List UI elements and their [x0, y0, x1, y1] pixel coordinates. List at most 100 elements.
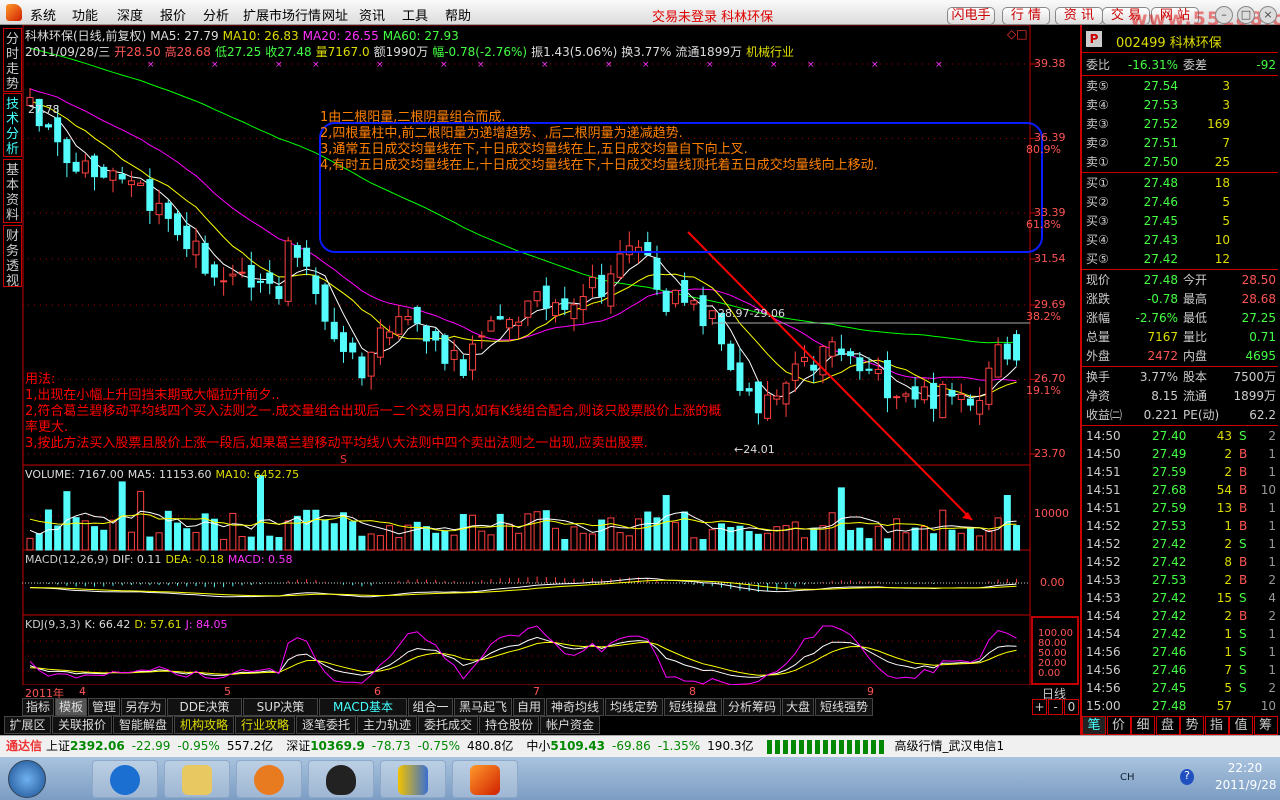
right-tab[interactable]: 势 — [1180, 716, 1204, 735]
cell: 27.46 — [1143, 195, 1178, 209]
bottom-tab[interactable]: 扩展区 — [4, 716, 51, 734]
right-tab[interactable]: 价 — [1106, 716, 1131, 735]
bottom-tab[interactable]: 委托成交 — [418, 716, 478, 734]
cell: 3 — [1222, 79, 1230, 93]
volume-bar — [339, 512, 347, 551]
task-maxthon[interactable] — [92, 760, 158, 798]
usage-line: 1,出现在小幅上升回挡末期或大幅拉升前夕.. — [25, 388, 280, 403]
indicator-tab[interactable]: 组合一 — [408, 698, 453, 716]
volume-bar — [266, 535, 274, 551]
indicator-tab[interactable]: 神奇均线 — [546, 698, 604, 716]
candle — [257, 280, 264, 283]
task-tool[interactable] — [380, 760, 446, 798]
cell: 14:53 — [1086, 573, 1121, 587]
maximize-button[interactable]: □ — [1237, 6, 1255, 24]
indicator-tab[interactable]: 指标 — [22, 698, 54, 716]
indicator-tab[interactable]: 管理 — [88, 698, 120, 716]
zoom-button[interactable]: - — [1048, 699, 1063, 715]
index-zx[interactable]: 中小5109.43 -69.86 -1.35% 190.3亿 — [526, 739, 760, 753]
marker-x: × — [935, 60, 943, 70]
candle — [524, 300, 532, 318]
bottom-tab[interactable]: 关联报价 — [52, 716, 112, 734]
volume-bar — [635, 518, 643, 551]
indicator-tab[interactable]: 另存为 — [121, 698, 166, 716]
volume-bar — [367, 533, 375, 551]
candle — [579, 296, 587, 311]
menu-4[interactable]: 分析 — [203, 5, 229, 24]
volume-bar — [376, 535, 384, 551]
market-bars-icon — [766, 739, 887, 754]
right-tab[interactable]: 值 — [1229, 716, 1253, 735]
zoom-button[interactable]: 0 — [1064, 699, 1079, 715]
menu-2[interactable]: 深度 — [117, 5, 143, 24]
volume-bar — [505, 523, 513, 551]
volume-bar — [478, 530, 486, 551]
indicator-tab[interactable]: 分析筹码 — [723, 698, 781, 716]
minimize-button[interactable]: – — [1215, 6, 1233, 24]
menu-6[interactable]: 网址 — [322, 5, 348, 24]
bottom-tab[interactable]: 帐户资金 — [540, 716, 600, 734]
task-app[interactable] — [236, 760, 302, 798]
index-sh[interactable]: 上证2392.06 -22.99 -0.95% 557.2亿 — [46, 739, 280, 753]
right-tab[interactable]: 盘 — [1155, 716, 1180, 735]
top-button-2[interactable]: 资 讯 — [1055, 7, 1103, 25]
menu-8[interactable]: 工具 — [402, 5, 428, 24]
help-icon[interactable]: ? — [1180, 769, 1194, 785]
left-tab-1[interactable]: 技术分析 — [3, 93, 22, 157]
stock-title: 002499 科林环保 — [1116, 32, 1222, 51]
kline-chart[interactable]: × × × × × × × × × × × × × × × 科林环保(日线,前复权) MA5: 27.79 MA… — [22, 25, 1080, 701]
indicator-tab[interactable]: 均线定势 — [605, 698, 663, 716]
task-qq[interactable] — [308, 760, 374, 798]
bottom-tab[interactable]: 智能解盘 — [113, 716, 173, 734]
index-sz[interactable]: 深证10369.9 -78.73 -0.75% 480.8亿 — [286, 739, 520, 753]
indicator-tab[interactable]: 黑马起飞 — [454, 698, 512, 716]
menu-7[interactable]: 资讯 — [359, 5, 385, 24]
task-explorer[interactable] — [164, 760, 230, 798]
index-field: 深证 — [286, 739, 311, 753]
indicator-tab[interactable]: 模板 — [55, 698, 87, 716]
right-tab[interactable]: 笔 — [1082, 716, 1106, 735]
indicator-tab[interactable]: MACD基本 — [319, 698, 407, 716]
start-button[interactable] — [8, 760, 46, 798]
right-tab[interactable]: 筹 — [1253, 716, 1278, 735]
left-tab-3[interactable]: 财务透视 — [3, 225, 22, 289]
indicator-tab[interactable]: 短线强势 — [815, 698, 873, 716]
indicator-tab[interactable]: SUP决策 — [243, 698, 318, 716]
menu-0[interactable]: 系统 — [30, 5, 56, 24]
volume-bar — [588, 533, 596, 551]
task-tdx[interactable] — [452, 760, 518, 798]
left-tab-0[interactable]: 分时走势 — [3, 28, 22, 92]
indicator-tab[interactable]: 大盘 — [782, 698, 814, 716]
bottom-tab[interactable]: 机构攻略 — [174, 716, 234, 734]
zoom-button[interactable]: + — [1032, 699, 1047, 715]
menu-5[interactable]: 扩展市场行情 — [243, 5, 321, 24]
menu-1[interactable]: 功能 — [72, 5, 98, 24]
range-label: 28.97-29.06 — [718, 307, 785, 320]
clock[interactable]: 22:20 2011/9/28 — [1215, 761, 1277, 792]
bottom-tab[interactable]: 持仓股份 — [479, 716, 539, 734]
right-tab[interactable]: 细 — [1131, 716, 1155, 735]
server-label[interactable]: 高级行情_武汉电信1 — [895, 739, 1005, 753]
cell: 股本 — [1183, 370, 1208, 384]
cell: 14:54 — [1086, 627, 1121, 641]
menu-3[interactable]: 报价 — [160, 5, 186, 24]
bottom-tab[interactable]: 行业攻略 — [235, 716, 295, 734]
cell: 27.51 — [1143, 136, 1178, 150]
candle — [376, 327, 384, 358]
right-tab[interactable]: 指 — [1204, 716, 1229, 735]
bottom-tab[interactable]: 逐笔委托 — [296, 716, 356, 734]
menu-9[interactable]: 帮助 — [445, 5, 471, 24]
indicator-tab[interactable]: 短线操盘 — [664, 698, 722, 716]
indicator-tab[interactable]: DDE决策 — [167, 698, 242, 716]
candle — [100, 166, 108, 178]
tick-row: 14:51 27.68 54 B 10 — [1086, 481, 1278, 500]
top-button-0[interactable]: 闪电手 — [947, 7, 995, 25]
chart-options-icon[interactable]: ◇□ — [1007, 27, 1028, 41]
bottom-tab[interactable]: 主力轨迹 — [357, 716, 417, 734]
header-line2-8: 振1.43(5.06%) — [531, 45, 618, 59]
left-tab-2[interactable]: 基本资料 — [3, 159, 22, 223]
lang-indicator[interactable]: CH — [1120, 772, 1135, 783]
close-button[interactable]: × — [1259, 6, 1277, 24]
indicator-tab[interactable]: 自用 — [513, 698, 545, 716]
top-button-1[interactable]: 行 情 — [1002, 7, 1050, 25]
